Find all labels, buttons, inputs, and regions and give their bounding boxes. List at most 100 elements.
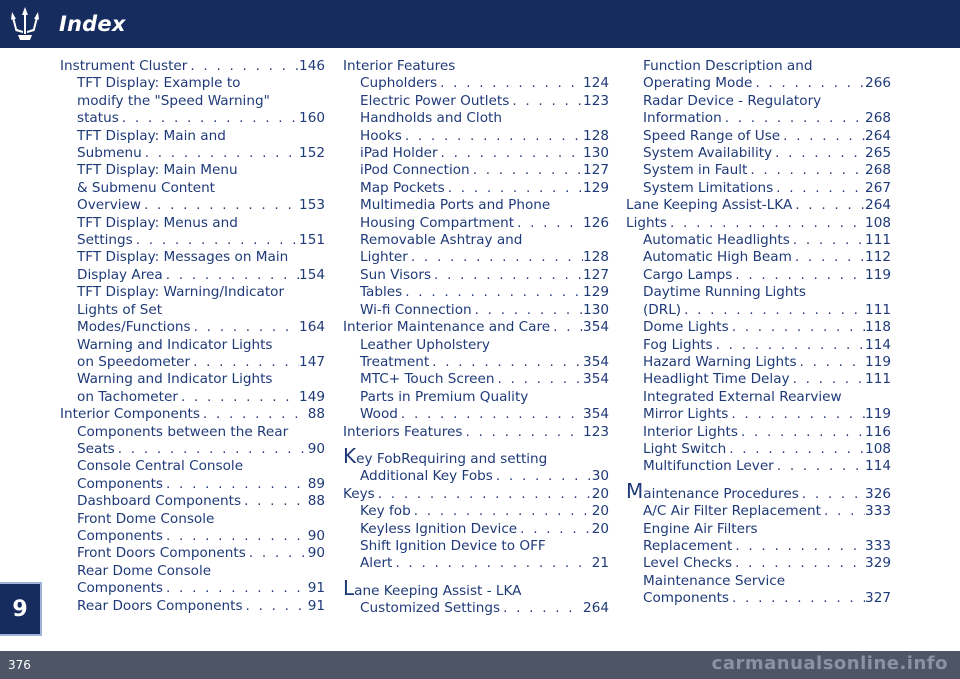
- index-entry[interactable]: Display Area. . . . . . . . . . . . . . …: [60, 267, 325, 284]
- index-entry[interactable]: Interior Components. . . . . . . . . . .…: [60, 406, 325, 423]
- index-entry[interactable]: Rear Dome Console: [60, 563, 325, 580]
- index-entry[interactable]: System in Fault. . . . . . . . . . . . .…: [626, 162, 891, 179]
- index-entry[interactable]: Speed Range of Use. . . . . . . . . . . …: [626, 128, 891, 145]
- page-header: Index: [0, 0, 960, 48]
- index-entry[interactable]: Radar Device - Regulatory: [626, 93, 891, 110]
- index-entry[interactable]: Key FobRequiring and setting: [343, 446, 609, 468]
- index-entry[interactable]: Settings. . . . . . . . . . . . . . . . …: [60, 232, 325, 249]
- dot-leader: . . . . . . . . . . . . . . . . . . . . …: [244, 493, 308, 510]
- index-entry[interactable]: Interiors Features. . . . . . . . . . . …: [343, 424, 609, 441]
- index-entry[interactable]: Level Checks. . . . . . . . . . . . . . …: [626, 555, 891, 572]
- index-entry[interactable]: Dashboard Components. . . . . . . . . . …: [60, 493, 325, 510]
- index-entry[interactable]: Lights. . . . . . . . . . . . . . . . . …: [626, 215, 891, 232]
- index-entry[interactable]: Operating Mode. . . . . . . . . . . . . …: [626, 75, 891, 92]
- index-entry[interactable]: Customized Settings. . . . . . . . . . .…: [343, 600, 609, 617]
- index-entry[interactable]: Interior Maintenance and Care. . . . . .…: [343, 319, 609, 336]
- index-entry[interactable]: Mirror Lights. . . . . . . . . . . . . .…: [626, 406, 891, 423]
- index-entry[interactable]: Multifunction Lever. . . . . . . . . . .…: [626, 458, 891, 475]
- index-entry[interactable]: Components. . . . . . . . . . . . . . . …: [60, 476, 325, 493]
- index-entry[interactable]: Headlight Time Delay. . . . . . . . . . …: [626, 371, 891, 388]
- index-entry[interactable]: iPod Connection. . . . . . . . . . . . .…: [343, 162, 609, 179]
- index-entry[interactable]: TFT Display: Menus and: [60, 215, 325, 232]
- index-entry[interactable]: Instrument Cluster. . . . . . . . . . . …: [60, 58, 325, 75]
- index-entry[interactable]: Wi-fi Connection. . . . . . . . . . . . …: [343, 302, 609, 319]
- index-entry[interactable]: Lights of Set: [60, 302, 325, 319]
- index-entry[interactable]: Automatic High Beam. . . . . . . . . . .…: [626, 249, 891, 266]
- index-entry[interactable]: Lane Keeping Assist - LKA: [343, 578, 609, 600]
- index-entry[interactable]: Alert. . . . . . . . . . . . . . . . . .…: [343, 555, 609, 572]
- index-entry[interactable]: Submenu. . . . . . . . . . . . . . . . .…: [60, 145, 325, 162]
- index-entry[interactable]: on Tachometer. . . . . . . . . . . . . .…: [60, 389, 325, 406]
- index-entry[interactable]: & Submenu Content: [60, 180, 325, 197]
- index-entry[interactable]: Key fob. . . . . . . . . . . . . . . . .…: [343, 503, 609, 520]
- index-entry[interactable]: Fog Lights. . . . . . . . . . . . . . . …: [626, 337, 891, 354]
- index-entry[interactable]: Multimedia Ports and Phone: [343, 197, 609, 214]
- index-entry[interactable]: Front Dome Console: [60, 511, 325, 528]
- index-entry[interactable]: TFT Display: Main and: [60, 128, 325, 145]
- index-entry[interactable]: Electric Power Outlets. . . . . . . . . …: [343, 93, 609, 110]
- index-entry[interactable]: Integrated External Rearview: [626, 389, 891, 406]
- index-entry[interactable]: modify the "Speed Warning": [60, 93, 325, 110]
- index-entry-text: Automatic High Beam: [643, 249, 792, 266]
- index-entry[interactable]: iPad Holder. . . . . . . . . . . . . . .…: [343, 145, 609, 162]
- index-entry[interactable]: Keys. . . . . . . . . . . . . . . . . . …: [343, 486, 609, 503]
- index-entry[interactable]: Sun Visors. . . . . . . . . . . . . . . …: [343, 267, 609, 284]
- index-entry[interactable]: Maintenance Service: [626, 573, 891, 590]
- index-entry[interactable]: Dome Lights. . . . . . . . . . . . . . .…: [626, 319, 891, 336]
- index-entry[interactable]: on Speedometer. . . . . . . . . . . . . …: [60, 354, 325, 371]
- index-entry[interactable]: Components. . . . . . . . . . . . . . . …: [626, 590, 891, 607]
- dot-leader: . . . . . . . . . . . . . . . . . . . . …: [135, 232, 299, 249]
- index-entry[interactable]: Cargo Lamps. . . . . . . . . . . . . . .…: [626, 267, 891, 284]
- index-entry[interactable]: System Availability. . . . . . . . . . .…: [626, 145, 891, 162]
- index-entry[interactable]: Handholds and Cloth: [343, 110, 609, 127]
- index-entry[interactable]: Cupholders. . . . . . . . . . . . . . . …: [343, 75, 609, 92]
- index-entry[interactable]: TFT Display: Messages on Main: [60, 249, 325, 266]
- index-entry[interactable]: Rear Doors Components. . . . . . . . . .…: [60, 598, 325, 615]
- index-entry[interactable]: Modes/Functions. . . . . . . . . . . . .…: [60, 319, 325, 336]
- index-entry[interactable]: Removable Ashtray and: [343, 232, 609, 249]
- index-entry[interactable]: TFT Display: Warning/Indicator: [60, 284, 325, 301]
- index-entry[interactable]: Keyless Ignition Device. . . . . . . . .…: [343, 521, 609, 538]
- index-entry[interactable]: Housing Compartment. . . . . . . . . . .…: [343, 215, 609, 232]
- index-entry[interactable]: (DRL). . . . . . . . . . . . . . . . . .…: [626, 302, 891, 319]
- index-entry[interactable]: Leather Upholstery: [343, 337, 609, 354]
- index-entry[interactable]: Components. . . . . . . . . . . . . . . …: [60, 528, 325, 545]
- index-entry[interactable]: Parts in Premium Quality: [343, 389, 609, 406]
- index-entry[interactable]: Tables. . . . . . . . . . . . . . . . . …: [343, 284, 609, 301]
- index-entry[interactable]: Engine Air Filters: [626, 521, 891, 538]
- index-entry[interactable]: Overview. . . . . . . . . . . . . . . . …: [60, 197, 325, 214]
- index-entry[interactable]: Automatic Headlights. . . . . . . . . . …: [626, 232, 891, 249]
- index-entry[interactable]: Console Central Console: [60, 458, 325, 475]
- index-entry[interactable]: Lighter. . . . . . . . . . . . . . . . .…: [343, 249, 609, 266]
- index-entry[interactable]: Daytime Running Lights: [626, 284, 891, 301]
- index-entry[interactable]: Additional Key Fobs. . . . . . . . . . .…: [343, 468, 609, 485]
- index-entry[interactable]: Interior Features: [343, 58, 609, 75]
- index-entry[interactable]: Function Description and: [626, 58, 891, 75]
- index-entry[interactable]: Interior Lights. . . . . . . . . . . . .…: [626, 424, 891, 441]
- index-entry[interactable]: Light Switch. . . . . . . . . . . . . . …: [626, 441, 891, 458]
- index-entry[interactable]: Hazard Warning Lights. . . . . . . . . .…: [626, 354, 891, 371]
- index-entry[interactable]: TFT Display: Main Menu: [60, 162, 325, 179]
- index-entry[interactable]: Hooks. . . . . . . . . . . . . . . . . .…: [343, 128, 609, 145]
- index-page-number: 112: [865, 249, 891, 266]
- index-entry[interactable]: TFT Display: Example to: [60, 75, 325, 92]
- index-entry[interactable]: Maintenance Procedures. . . . . . . . . …: [626, 481, 891, 503]
- index-entry[interactable]: MTC+ Touch Screen. . . . . . . . . . . .…: [343, 371, 609, 388]
- index-entry[interactable]: Map Pockets. . . . . . . . . . . . . . .…: [343, 180, 609, 197]
- index-entry[interactable]: Replacement. . . . . . . . . . . . . . .…: [626, 538, 891, 555]
- index-entry[interactable]: Wood. . . . . . . . . . . . . . . . . . …: [343, 406, 609, 423]
- index-entry[interactable]: Treatment. . . . . . . . . . . . . . . .…: [343, 354, 609, 371]
- index-entry[interactable]: Shift Ignition Device to OFF: [343, 538, 609, 555]
- chapter-tab[interactable]: 9: [0, 582, 42, 636]
- index-entry[interactable]: Warning and Indicator Lights: [60, 371, 325, 388]
- index-entry[interactable]: Warning and Indicator Lights: [60, 337, 325, 354]
- index-entry[interactable]: Components between the Rear: [60, 424, 325, 441]
- index-entry[interactable]: Lane Keeping Assist-LKA. . . . . . . . .…: [626, 197, 891, 214]
- index-entry[interactable]: Information. . . . . . . . . . . . . . .…: [626, 110, 891, 127]
- index-entry[interactable]: System Limitations. . . . . . . . . . . …: [626, 180, 891, 197]
- index-entry[interactable]: Components. . . . . . . . . . . . . . . …: [60, 580, 325, 597]
- index-entry[interactable]: A/C Air Filter Replacement. . . . . . . …: [626, 503, 891, 520]
- index-entry[interactable]: Front Doors Components. . . . . . . . . …: [60, 545, 325, 562]
- index-entry[interactable]: Seats. . . . . . . . . . . . . . . . . .…: [60, 441, 325, 458]
- index-entry[interactable]: status. . . . . . . . . . . . . . . . . …: [60, 110, 325, 127]
